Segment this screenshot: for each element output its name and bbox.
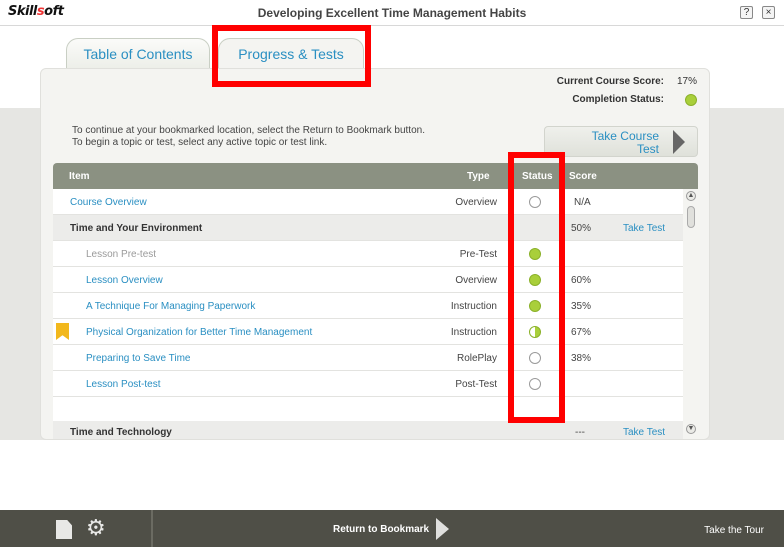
item-score: 35%	[571, 301, 592, 312]
gear-icon[interactable]: ⚙	[86, 517, 106, 539]
tab-table-of-contents[interactable]: Table of Contents	[66, 38, 210, 70]
item-score: 67%	[571, 327, 592, 338]
instruction-line-1: To continue at your bookmarked location,…	[72, 125, 425, 136]
item-link[interactable]: A Technique For Managing Paperwork	[86, 301, 255, 312]
take-test-link[interactable]: Take Test	[623, 427, 665, 438]
item-link[interactable]: Course Overview	[70, 197, 147, 208]
table-row: Preparing to Save Time RolePlay 38%	[53, 345, 683, 371]
scroll-up-icon[interactable]: ▲	[686, 191, 696, 201]
item-type: Instruction	[450, 327, 497, 338]
item-link[interactable]: Lesson Overview	[86, 275, 163, 286]
item-link[interactable]: Lesson Post-test	[86, 379, 160, 390]
item-score: 38%	[571, 353, 592, 364]
table-scrollbar[interactable]: ▲ ▼	[685, 190, 697, 438]
item-type: RolePlay	[456, 353, 497, 364]
table-body: Course Overview Overview N/A Time and Yo…	[53, 189, 683, 439]
arrow-right-icon	[673, 130, 685, 154]
take-the-tour-button[interactable]: Take the Tour	[704, 525, 764, 536]
close-button[interactable]: ×	[762, 6, 775, 19]
table-row: Lesson Pre-test Pre-Test	[53, 241, 683, 267]
section-row: Time and Technology --- Take Test	[53, 421, 683, 439]
title-bar: Skillsoft Developing Excellent Time Mana…	[0, 0, 784, 26]
bottom-background	[0, 440, 784, 510]
take-course-test-button[interactable]: Take Course Test	[544, 126, 698, 157]
scroll-down-icon[interactable]: ▼	[686, 424, 696, 434]
item-type: Overview	[455, 275, 497, 286]
instruction-line-2: To begin a topic or test, select any act…	[72, 137, 328, 148]
document-icon[interactable]	[56, 520, 72, 539]
section-title: Time and Technology	[70, 427, 172, 438]
item-type: Post-Test	[455, 379, 497, 390]
item-link[interactable]: Physical Organization for Better Time Ma…	[86, 327, 312, 338]
table-header: Item Type Status Score	[53, 163, 698, 189]
item-link-disabled: Lesson Pre-test	[86, 249, 157, 260]
section-score: 50%	[571, 223, 592, 234]
item-type: Pre-Test	[459, 249, 497, 260]
table-row: A Technique For Managing Paperwork Instr…	[53, 293, 683, 319]
progress-panel: Current Course Score: 17% Completion Sta…	[40, 68, 710, 440]
item-link[interactable]: Preparing to Save Time	[86, 353, 191, 364]
table-row: Lesson Post-test Post-Test	[53, 371, 683, 397]
take-course-test-line-2: Test	[636, 142, 659, 156]
completion-status-icon	[685, 94, 697, 106]
help-button[interactable]: ?	[740, 6, 753, 19]
completion-status-label: Completion Status:	[572, 94, 664, 105]
current-score-label: Current Course Score:	[556, 76, 664, 87]
item-type: Instruction	[450, 301, 497, 312]
window-title: Developing Excellent Time Management Hab…	[257, 6, 527, 20]
scroll-thumb[interactable]	[687, 206, 695, 228]
section-score: ---	[575, 427, 585, 438]
item-score: N/A	[574, 197, 591, 208]
highlight-progress-tab	[212, 25, 371, 87]
return-to-bookmark-button[interactable]: Return to Bookmark	[333, 524, 429, 535]
take-test-link[interactable]: Take Test	[623, 223, 665, 234]
bookmark-icon	[56, 323, 69, 340]
instructions: To continue at your bookmarked location,…	[72, 125, 425, 149]
table-row: Physical Organization for Better Time Ma…	[53, 319, 683, 345]
item-score: 60%	[571, 275, 592, 286]
table-row: Course Overview Overview N/A	[53, 189, 683, 215]
section-title: Time and Your Environment	[70, 223, 203, 234]
header-type: Type	[467, 171, 490, 182]
header-score: Score	[569, 171, 597, 182]
section-row: Time and Your Environment 50% Take Test	[53, 215, 683, 241]
footer-bar: ⚙ Return to Bookmark Take the Tour	[0, 510, 784, 547]
take-course-test-label: Take Course Test	[592, 130, 659, 156]
header-item: Item	[69, 171, 90, 182]
item-type: Overview	[455, 197, 497, 208]
arrow-right-icon[interactable]	[436, 518, 449, 540]
table-row: Lesson Overview Overview 60%	[53, 267, 683, 293]
footer-divider	[151, 510, 153, 547]
highlight-status-column	[508, 152, 565, 423]
current-score-value: 17%	[676, 76, 697, 87]
